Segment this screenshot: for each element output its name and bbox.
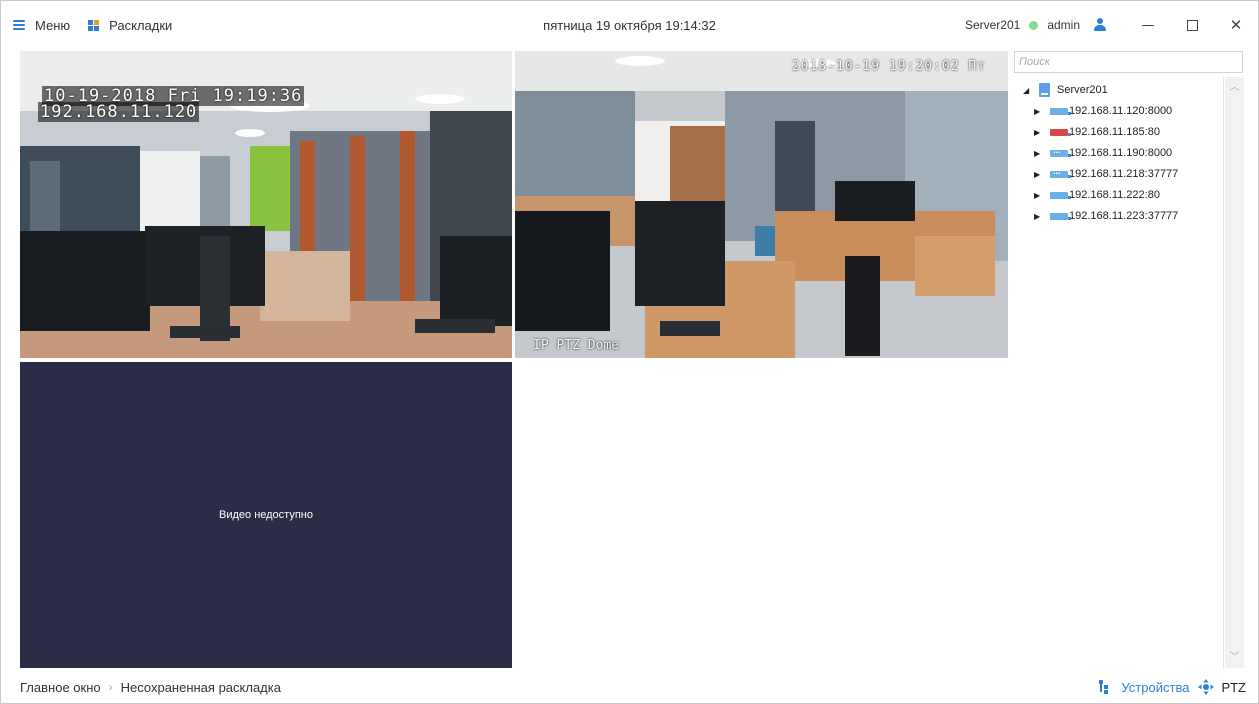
tree-device-node[interactable]: ▶ 192.168.11.190:8000 bbox=[1034, 143, 1172, 163]
close-button[interactable]: ✕ bbox=[1214, 1, 1258, 49]
recorder-icon bbox=[1050, 166, 1071, 178]
devices-label: Устройства bbox=[1121, 679, 1190, 695]
maximize-button[interactable] bbox=[1170, 1, 1214, 49]
tree-scrollbar[interactable]: ︿ ﹀ bbox=[1225, 77, 1244, 668]
server-label: Server201 bbox=[1057, 84, 1108, 96]
camera-icon bbox=[1050, 191, 1071, 199]
camera-icon bbox=[1050, 212, 1071, 220]
layouts-label: Раскладки bbox=[109, 17, 173, 33]
device-label: 192.168.11.120:8000 bbox=[1069, 105, 1173, 117]
camera-icon bbox=[1050, 107, 1071, 115]
server-icon bbox=[1039, 83, 1050, 97]
video-layout: 10-19-2018 Fri 19:19:36 192.168.11.120 2… bbox=[20, 51, 1009, 668]
tree-device-node[interactable]: ▶ 192.168.11.185:80 bbox=[1034, 122, 1160, 142]
breadcrumb-main-window[interactable]: Главное окно bbox=[20, 680, 101, 695]
expand-arrow-icon[interactable]: ▶ bbox=[1034, 191, 1044, 200]
video-tile-2[interactable]: 2018-10-19 19:20:02 Пт IP PTZ Dome bbox=[515, 51, 1008, 358]
server-name: Server201 bbox=[964, 18, 1021, 32]
breadcrumb: Главное окно › Несохраненная раскладка bbox=[20, 680, 281, 695]
expand-arrow-icon[interactable]: ▶ bbox=[1034, 170, 1044, 179]
tree-server-node[interactable]: ◢ Server201 bbox=[1023, 80, 1108, 100]
device-panel: ◢ Server201 ▶ 192.168.11.120:8000 ▶ 192.… bbox=[1013, 51, 1245, 668]
ptz-joystick-icon bbox=[1198, 679, 1215, 695]
osd-ip: 192.168.11.120 bbox=[38, 102, 200, 122]
recorder-icon bbox=[1050, 145, 1071, 157]
video-tile-1[interactable]: 10-19-2018 Fri 19:19:36 192.168.11.120 bbox=[20, 51, 512, 358]
scroll-up-icon[interactable]: ︿ bbox=[1228, 81, 1241, 94]
device-tree: ◢ Server201 ▶ 192.168.11.120:8000 ▶ 192.… bbox=[1014, 77, 1224, 668]
tree-device-node[interactable]: ▶ 192.168.11.222:80 bbox=[1034, 185, 1160, 205]
breadcrumb-current-layout: Несохраненная раскладка bbox=[120, 679, 281, 695]
ptz-label: PTZ bbox=[1221, 679, 1246, 695]
tree-device-node[interactable]: ▶ 192.168.11.223:37777 bbox=[1034, 206, 1178, 226]
breadcrumb-separator-icon: › bbox=[108, 680, 113, 694]
expand-arrow-icon[interactable]: ▶ bbox=[1034, 149, 1044, 158]
app-window: Меню Раскладки пятница 19 октября 19:14:… bbox=[0, 0, 1259, 704]
tree-device-node[interactable]: ▶ 192.168.11.120:8000 bbox=[1034, 101, 1172, 121]
video-unavailable-message: Видео недоступно bbox=[219, 509, 313, 521]
devices-button[interactable]: Устройства bbox=[1099, 680, 1189, 695]
device-tree-icon bbox=[1099, 680, 1109, 694]
user-name[interactable]: admin bbox=[1047, 18, 1080, 32]
current-datetime: пятница 19 октября 19:14:32 bbox=[543, 18, 716, 33]
status-bar: Главное окно › Несохраненная раскладка У… bbox=[1, 671, 1258, 703]
minimize-button[interactable] bbox=[1126, 1, 1170, 49]
user-icon[interactable] bbox=[1094, 18, 1106, 32]
device-label: 192.168.11.185:80 bbox=[1069, 126, 1160, 138]
device-label: 192.168.11.223:37777 bbox=[1069, 210, 1179, 222]
expand-arrow-icon[interactable]: ▶ bbox=[1034, 107, 1044, 116]
menu-button[interactable]: Меню bbox=[13, 18, 70, 33]
camera-feed-ptz-dome bbox=[515, 51, 1008, 358]
device-search-input[interactable] bbox=[1014, 51, 1243, 73]
expand-arrow-icon[interactable]: ▶ bbox=[1034, 212, 1044, 221]
layouts-grid-icon bbox=[88, 19, 100, 31]
device-label: 192.168.11.218:37777 bbox=[1069, 168, 1179, 180]
camera-error-icon bbox=[1050, 128, 1071, 136]
device-label: 192.168.11.222:80 bbox=[1069, 189, 1160, 201]
osd-camera-name: IP PTZ Dome bbox=[533, 338, 620, 353]
ptz-button[interactable]: PTZ bbox=[1198, 679, 1246, 695]
connection-status-icon bbox=[1029, 20, 1039, 30]
expand-arrow-icon[interactable]: ▶ bbox=[1034, 128, 1044, 137]
hamburger-icon bbox=[13, 20, 25, 30]
osd-datetime: 2018-10-19 19:20:02 Пт bbox=[791, 59, 986, 74]
menu-label: Меню bbox=[35, 17, 71, 33]
scroll-down-icon[interactable]: ﹀ bbox=[1228, 651, 1241, 664]
title-bar: Меню Раскладки пятница 19 октября 19:14:… bbox=[1, 1, 1258, 49]
tree-device-node[interactable]: ▶ 192.168.11.218:37777 bbox=[1034, 164, 1178, 184]
layouts-button[interactable]: Раскладки bbox=[70, 18, 172, 33]
device-label: 192.168.11.190:8000 bbox=[1069, 147, 1173, 159]
collapse-arrow-icon[interactable]: ◢ bbox=[1023, 86, 1033, 95]
video-tile-3[interactable]: Видео недоступно bbox=[20, 362, 512, 668]
video-tile-empty[interactable] bbox=[515, 362, 1008, 668]
